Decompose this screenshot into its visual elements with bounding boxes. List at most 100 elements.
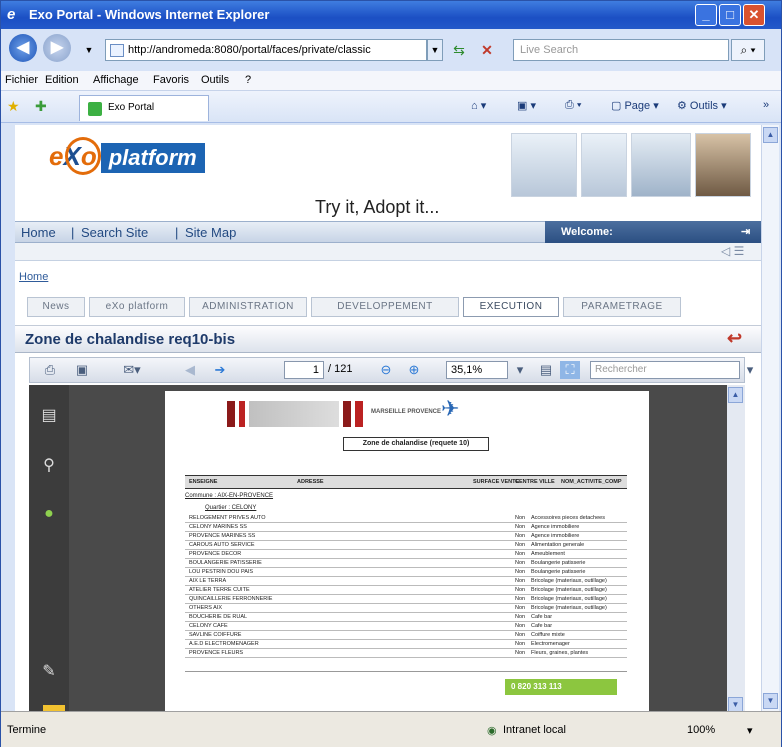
back-icon[interactable]: ◀ <box>9 34 37 62</box>
group-commune: Commune : AIX-EN-PROVENCE <box>185 493 274 499</box>
menu-fichier[interactable]: Fichier <box>5 74 38 86</box>
email-icon[interactable]: ✉▾ <box>122 361 142 379</box>
search-input[interactable]: Live Search <box>513 39 729 61</box>
page-scrollbar[interactable]: ▲ ▼ <box>761 125 779 711</box>
page-menu-label: Page <box>624 100 651 112</box>
close-button[interactable]: ✕ <box>743 4 765 26</box>
tab-exo-portal[interactable]: Exo Portal <box>79 95 209 121</box>
report-title: Zone de chalandise (requete 10) <box>343 437 489 451</box>
search-icon[interactable]: ⌕ ▾ <box>731 39 765 61</box>
exo-logo: eXo platform <box>49 137 205 175</box>
tab-news[interactable]: News <box>27 297 85 317</box>
pages-icon[interactable]: ▤ <box>39 405 59 425</box>
collapse-icon[interactable]: ◁ ☰ <box>721 244 744 258</box>
row-cell: PROVENCE FLEURS <box>189 650 244 656</box>
ie-logo-icon: e <box>7 6 16 23</box>
stop-icon[interactable]: ✕ <box>475 39 499 61</box>
pdf-search-input[interactable]: Rechercher <box>590 361 740 379</box>
nav-search-site[interactable]: Search Site <box>81 225 148 240</box>
status-text: Termine <box>7 724 47 736</box>
pdf-scroll-down-icon[interactable]: ▼ <box>728 697 743 711</box>
feeds-icon[interactable]: ▣ ▾ <box>517 99 536 112</box>
table-row: SAVLINE COIFFURE Non Coiffure mixte <box>185 632 627 640</box>
row-cell: Cafe bar <box>531 623 553 629</box>
nav-site-map[interactable]: Site Map <box>185 225 236 240</box>
pdf-scroll-up-icon[interactable]: ▲ <box>728 387 743 403</box>
search-dropdown-icon[interactable]: ▾ <box>740 361 760 379</box>
help-icon[interactable]: ● <box>39 505 59 525</box>
row-cell: Non <box>515 623 526 629</box>
row-cell: Electromenager <box>531 641 570 647</box>
maximize-button[interactable]: □ <box>719 4 741 26</box>
add-favorite-icon[interactable]: ✚ <box>35 95 47 117</box>
pdf-scrollbar[interactable]: ▲ ▼ <box>727 385 745 711</box>
chevron-more-icon[interactable]: » <box>763 99 769 111</box>
page-number-input[interactable]: 1 <box>284 361 324 379</box>
menu-edition[interactable]: Edition <box>45 74 79 86</box>
row-cell: Non <box>515 578 526 584</box>
breadcrumb[interactable]: Home <box>19 271 48 283</box>
tab-execution[interactable]: EXECUTION <box>463 297 559 317</box>
row-cell: Non <box>515 614 526 620</box>
table-row: LOU PESTRIN DOU PAIS Non Boulangerie patis… <box>185 569 627 577</box>
table-row: RELOGEMENT PRIVES AUTO Non Accessoires pie… <box>185 515 627 523</box>
tab-developpement[interactable]: DEVELOPPEMENT <box>311 297 459 317</box>
row-cell: SAVLINE COIFFURE <box>189 632 242 638</box>
url-dropdown-icon[interactable]: ▼ <box>427 39 443 61</box>
tools-menu[interactable]: ⚙ Outils ▾ <box>677 99 727 112</box>
zoom-dropdown-icon[interactable]: ▾ <box>510 361 530 379</box>
row-cell: Non <box>515 632 526 638</box>
attachment-icon[interactable]: ✎ <box>39 661 59 681</box>
slogan: Try it, Adopt it... <box>315 197 440 217</box>
page-menu[interactable]: ▢ Page ▾ <box>611 99 659 112</box>
print-icon[interactable]: ⎙ <box>40 361 60 379</box>
nav-home[interactable]: Home <box>21 225 56 240</box>
zoom-in-icon[interactable]: ⊕ <box>404 361 424 379</box>
tab-administration[interactable]: ADMINISTRATION <box>189 297 307 317</box>
row-cell: Ameublement <box>531 551 565 557</box>
tab-exo-platform[interactable]: eXo platform <box>89 297 185 317</box>
table-header: ENSEIGNE ADRESSE SURFACE VENTE CENTRE VI… <box>185 475 627 489</box>
zoom-out-icon[interactable]: ⊖ <box>376 361 396 379</box>
fit-width-icon[interactable]: ⛶ <box>560 361 580 379</box>
table-row: BOULANGERIE PATISSERIE Non Boulangerie pat… <box>185 560 627 568</box>
zoom-status-dropdown-icon[interactable]: ▾ <box>747 724 753 737</box>
first-page-icon[interactable]: ◀ <box>180 361 200 379</box>
row-cell: Non <box>515 596 526 602</box>
row-cell: Non <box>515 551 526 557</box>
plane-icon: ✈ <box>441 396 460 421</box>
zoom-status[interactable]: 100% <box>687 724 715 736</box>
portal-tabs: News eXo platform ADMINISTRATION DEVELOP… <box>27 297 741 319</box>
scroll-up-icon[interactable]: ▲ <box>763 127 778 143</box>
row-cell: CELONY CAFE <box>189 623 228 629</box>
url-input[interactable]: http://andromeda:8080/portal/faces/priva… <box>105 39 427 61</box>
address-bar: ◀ ▶ ▼ http://andromeda:8080/portal/faces… <box>1 29 781 71</box>
next-page-icon[interactable]: ➔ <box>210 361 230 379</box>
fit-page-icon[interactable]: ▤ <box>536 361 556 379</box>
menu-affichage[interactable]: Affichage <box>93 74 139 86</box>
return-icon[interactable]: ↩ <box>727 328 742 349</box>
history-dropdown-icon[interactable]: ▼ <box>79 39 99 61</box>
print-icon[interactable]: ⎙ ▾ <box>565 99 581 112</box>
col-adresse: ADRESSE <box>297 479 324 485</box>
photo-3 <box>631 133 691 197</box>
row-cell: Non <box>515 569 526 575</box>
logout-icon[interactable]: ⇥ <box>741 225 750 238</box>
zone-icon: ◉ <box>487 725 497 737</box>
favorites-star-icon[interactable]: ★ <box>7 95 20 117</box>
menu-favoris[interactable]: Favoris <box>153 74 189 86</box>
scroll-down-icon[interactable]: ▼ <box>763 693 778 709</box>
tab-parametrage[interactable]: PARAMETRAGE <box>563 297 681 317</box>
table-row: PROVENCE FLEURS Non Fleurs, graines, plant… <box>185 650 627 658</box>
zoom-select[interactable]: 35,1% <box>446 361 508 379</box>
row-cell: Alimentation generale <box>531 542 585 548</box>
save-icon[interactable]: ▣ <box>72 361 92 379</box>
row-cell: Non <box>515 524 526 530</box>
menu-outils[interactable]: Outils <box>201 74 229 86</box>
bookmarks-icon[interactable]: ⚲ <box>39 455 59 475</box>
menu-help[interactable]: ? <box>245 74 251 86</box>
refresh-icon[interactable]: ⇆ <box>447 39 471 61</box>
minimize-button[interactable]: _ <box>695 4 717 26</box>
home-icon[interactable]: ⌂ ▾ <box>471 99 486 112</box>
forward-icon[interactable]: ▶ <box>43 34 71 62</box>
